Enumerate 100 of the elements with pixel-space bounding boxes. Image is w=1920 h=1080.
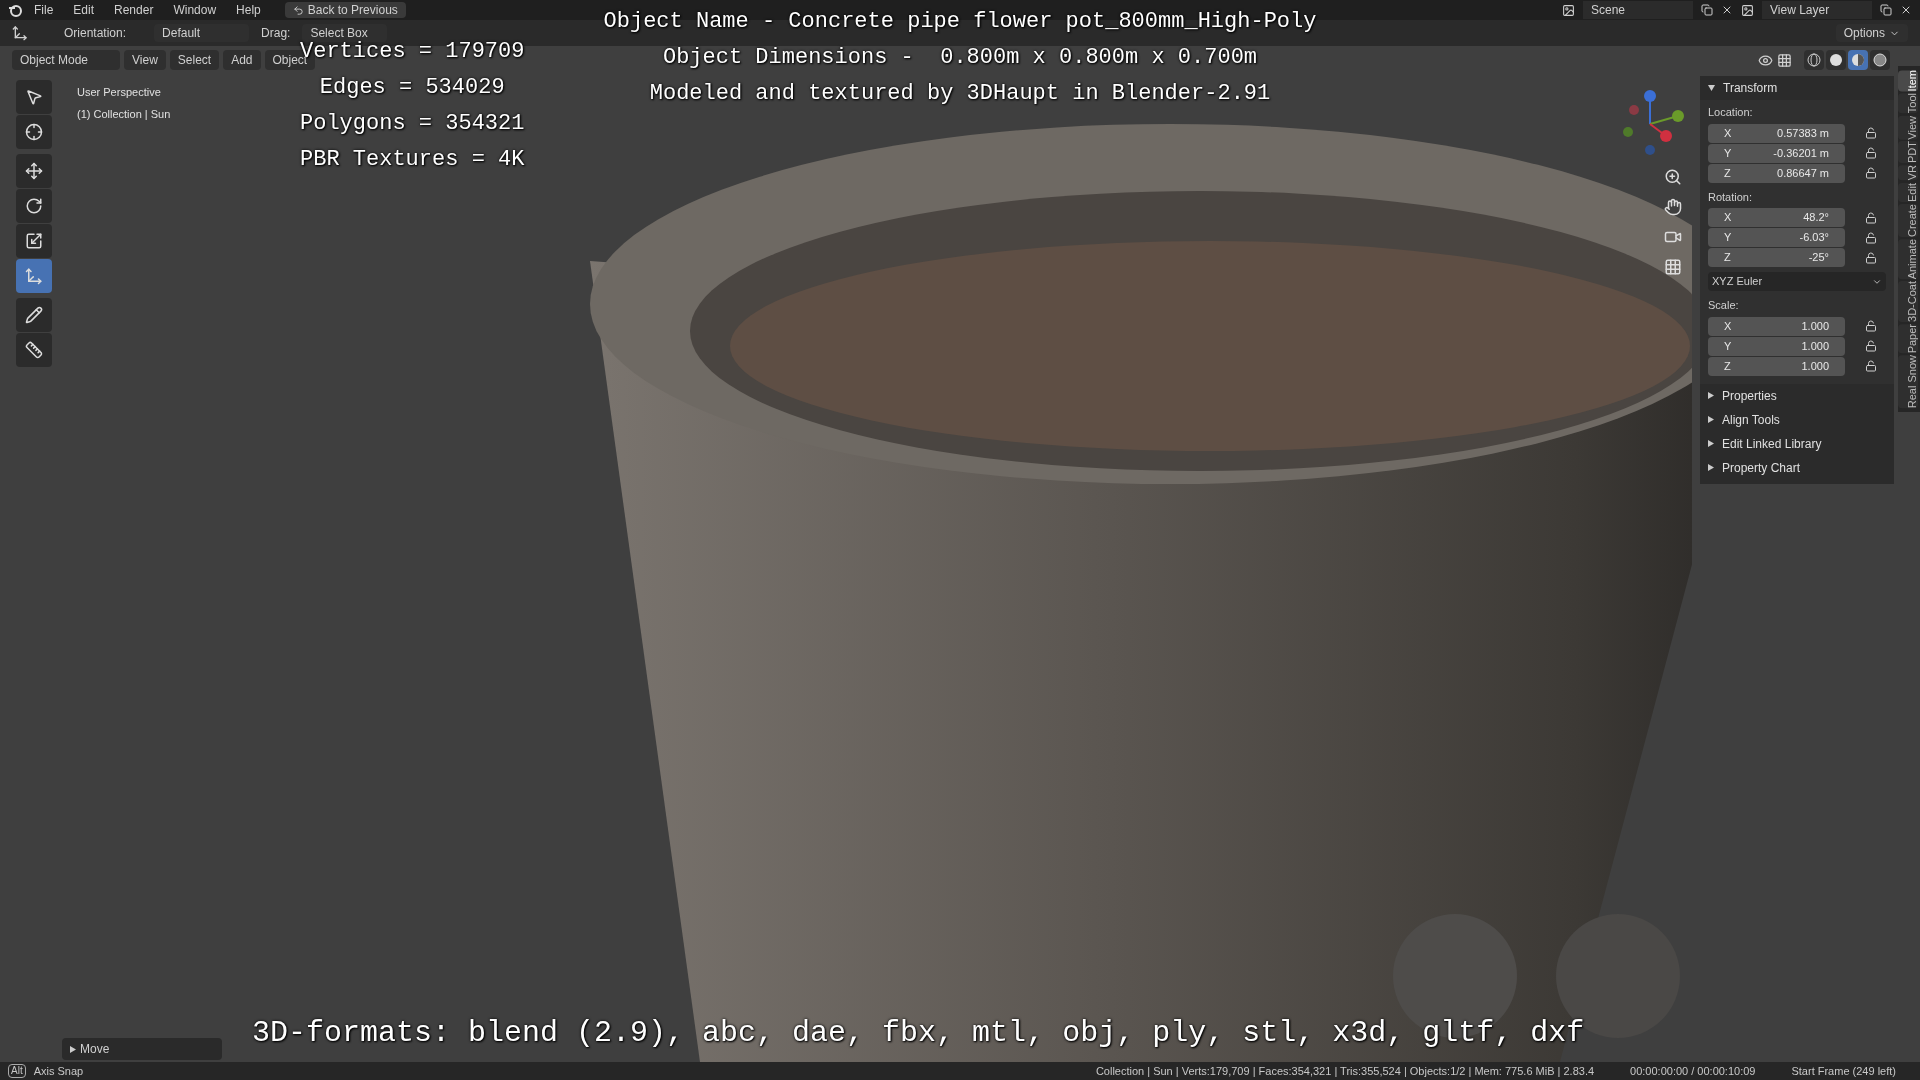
drag-label: Drag:	[261, 25, 291, 42]
cursor-tool-icon	[25, 123, 43, 141]
move-tool-icon	[25, 162, 43, 180]
menu-item[interactable]: Render	[106, 1, 162, 19]
shading-button[interactable]	[1848, 50, 1868, 70]
menu-item[interactable]: Help	[228, 1, 269, 19]
panel-header[interactable]: Edit Linked Library	[1700, 431, 1894, 456]
number-field[interactable]: X 1.000	[1708, 316, 1845, 336]
orientation-label: Orientation:	[64, 25, 127, 42]
shading-button[interactable]	[1826, 50, 1846, 70]
key-hint: Alt	[8, 1064, 26, 1078]
viewport-info-text: User Perspective	[77, 85, 162, 100]
sidebar-tab[interactable]: Animate	[1898, 238, 1918, 279]
title-overlay-text: Object Dimensions - 0.800m x 0.800m x 0.700m	[662, 44, 1258, 71]
tool-button[interactable]	[16, 80, 52, 114]
orientation-dropdown[interactable]: Default	[154, 24, 250, 42]
number-field[interactable]: Y -0.36201 m	[1708, 143, 1845, 163]
sidebar-tab[interactable]: VR	[1898, 165, 1918, 181]
back-to-previous-button[interactable]: Back to Previous	[284, 2, 406, 18]
number-field[interactable]: Z 1.000	[1708, 356, 1845, 376]
tool-button[interactable]	[16, 333, 52, 367]
lock-icon[interactable]	[1865, 320, 1877, 332]
scale-tool-icon	[25, 232, 43, 250]
select-tool-icon	[25, 88, 43, 106]
rotation-mode-dropdown[interactable]: XYZ Euler	[1708, 272, 1886, 291]
lock-icon[interactable]	[1865, 147, 1877, 159]
sidebar-tab[interactable]: Create	[1898, 203, 1918, 237]
lock-icon[interactable]	[1865, 251, 1877, 264]
close-icon[interactable]	[1721, 4, 1733, 16]
tool-button[interactable]	[16, 298, 52, 332]
shading-button[interactable]	[1804, 50, 1824, 70]
number-field[interactable]: X 48.2°	[1708, 208, 1845, 227]
close-icon[interactable]	[1900, 4, 1912, 16]
lock-icon[interactable]	[1865, 127, 1877, 139]
grid-icon[interactable]	[1664, 258, 1682, 276]
object-mode-dropdown[interactable]: Object Mode	[12, 50, 120, 70]
lock-icon[interactable]	[1865, 211, 1877, 224]
view-layer-field[interactable]: View Layer	[1762, 1, 1872, 19]
panel-header[interactable]: Property Chart	[1700, 455, 1894, 480]
collapsed-arrow-icon	[1708, 464, 1714, 471]
lock-icon[interactable]	[1865, 340, 1877, 352]
options-dropdown[interactable]: Options	[1835, 24, 1908, 42]
stats-overlay-text: PBR Textures = 4K	[300, 146, 525, 173]
sidebar-tab[interactable]: Real Snow	[1898, 355, 1918, 409]
tool-button[interactable]	[16, 189, 52, 223]
sidebar-tab[interactable]: View	[1898, 115, 1918, 140]
panel-header[interactable]: Properties	[1700, 383, 1894, 408]
tool-button[interactable]	[16, 224, 52, 258]
sidebar-tab[interactable]: 3D-Coat	[1898, 280, 1918, 322]
frame-info-text: Start Frame (249 left)	[1791, 1063, 1896, 1079]
panel-header[interactable]: Transform	[1700, 76, 1894, 100]
title-overlay-text: Object Name - Concrete pipe flower pot_800mm_High-Poly	[603, 8, 1317, 35]
sidebar-tab[interactable]: Paper	[1898, 323, 1918, 354]
sidebar-tab[interactable]: Item	[1898, 70, 1918, 92]
expanded-arrow-icon	[1708, 85, 1715, 91]
formats-overlay-text: 3D-formats: blend (2.9), abc, dae, fbx, mtl, obj, ply, stl, x3d, gltf, dxf	[252, 1015, 1585, 1052]
transform-tool-icon	[25, 267, 43, 285]
collapsed-arrow-icon	[70, 1045, 76, 1053]
last-operator-panel[interactable]: Move	[62, 1038, 222, 1060]
number-field[interactable]: Y 1.000	[1708, 336, 1845, 356]
title-overlay-text: Modeled and textured by 3DHaupt in Blender-2.91	[649, 80, 1271, 107]
tool-icon[interactable]	[12, 25, 28, 41]
number-field[interactable]: Z -25°	[1708, 248, 1845, 267]
view-menu[interactable]: Select	[169, 50, 220, 70]
gizmo-icon[interactable]	[1777, 52, 1792, 68]
scene-icon[interactable]	[1562, 3, 1575, 17]
sidebar-tab[interactable]: PDT	[1898, 141, 1918, 164]
drag-dropdown[interactable]: Select Box	[302, 24, 388, 42]
pan-hand-icon[interactable]	[1664, 198, 1682, 216]
sidebar-tab[interactable]: Tool	[1898, 93, 1918, 114]
lock-icon[interactable]	[1865, 360, 1877, 372]
copy-icon[interactable]	[1880, 4, 1892, 16]
number-field[interactable]: Y -6.03°	[1708, 228, 1845, 247]
view-menu[interactable]: Add	[223, 50, 261, 70]
sidebar-tab[interactable]: Edit	[1898, 182, 1918, 202]
view-layer-icon[interactable]	[1741, 3, 1754, 17]
lock-icon[interactable]	[1865, 167, 1877, 179]
status-hint-text: Axis Snap	[33, 1063, 84, 1079]
scene-field[interactable]: Scene	[1583, 1, 1693, 19]
tool-button[interactable]	[16, 154, 52, 188]
scene-stats-text: Collection | Sun | Verts:179,709 | Faces:354,321 | Tris:355,524 | Objects:1/2 | Mem: 775.6 MiB | 2.83.4	[1095, 1063, 1595, 1079]
panel-header[interactable]: Align Tools	[1700, 407, 1894, 432]
lock-icon[interactable]	[1865, 231, 1877, 244]
tool-button[interactable]	[16, 115, 52, 149]
stats-overlay-text: Polygons = 354321	[300, 110, 525, 137]
rotate-tool-icon	[25, 197, 43, 215]
copy-icon[interactable]	[1701, 4, 1713, 16]
view-menu[interactable]: View	[124, 50, 166, 70]
stats-overlay-text: Edges = 534029	[319, 74, 505, 101]
menu-item[interactable]: File	[26, 1, 62, 19]
menu-item[interactable]: Edit	[65, 1, 103, 19]
number-field[interactable]: X 0.57383 m	[1708, 123, 1845, 143]
number-field[interactable]: Z 0.86647 m	[1708, 163, 1845, 183]
shading-button[interactable]	[1870, 50, 1890, 70]
group-label: Scale:	[1708, 298, 1740, 313]
group-label: Location:	[1708, 105, 1754, 120]
zoom-icon[interactable]	[1664, 168, 1682, 186]
app-logo-icon[interactable]	[8, 3, 22, 17]
menu-item[interactable]: Window	[165, 1, 225, 19]
visibility-icon[interactable]	[1758, 52, 1773, 68]
